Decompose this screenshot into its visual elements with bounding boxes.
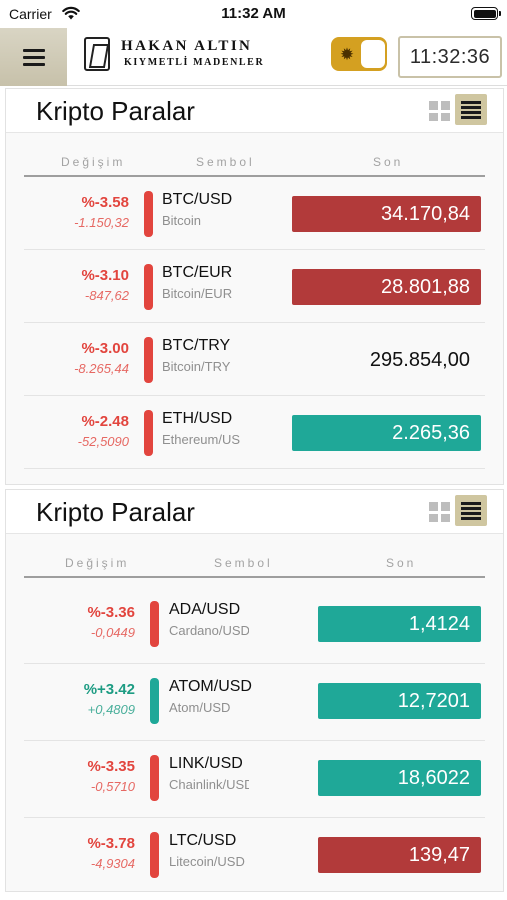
status-bar: Carrier 11:32 AM: [0, 0, 507, 28]
change-amount: -0,5710: [90, 779, 135, 794]
change-percent: %-3.10: [81, 267, 129, 284]
column-header-change: Değişim: [65, 556, 130, 570]
panel-title: Kripto Paralar: [36, 96, 195, 126]
list-view-icon[interactable]: [455, 94, 487, 125]
sun-icon: ✹: [339, 44, 355, 64]
direction-bar: [150, 678, 159, 724]
symbol-name: Bitcoin/TRY: [162, 359, 231, 374]
panel-body: Değişim Sembol Son %-3.58 -1.150,32 BTC/US…: [6, 133, 503, 484]
quote-row[interactable]: %-3.35 -0,5710 LINK/USD Chainlink/USD 18,602…: [24, 741, 485, 818]
brand-subtitle: KIYMETLİ MADENLER: [124, 57, 265, 68]
brand-name: HAKAN ALTIN: [121, 38, 253, 54]
last-price: 12,7201: [318, 683, 481, 719]
last-price: 139,47: [318, 837, 481, 873]
column-header-symbol: Sembol: [196, 155, 255, 169]
change-amount: -847,62: [84, 288, 129, 303]
battery-icon: [471, 7, 501, 20]
crypto-panel: Kripto Paralar Değişim Sembol Son %-3.36…: [5, 489, 504, 892]
direction-bar: [144, 410, 153, 456]
quote-row[interactable]: %-3.00 -8.265,44 BTC/TRY Bitcoin/TRY 295.854…: [24, 323, 485, 396]
change-percent: %-3.00: [81, 340, 129, 357]
column-header-symbol: Sembol: [214, 556, 273, 570]
symbol-name: Bitcoin: [162, 213, 202, 228]
column-header-last: Son: [373, 155, 404, 169]
direction-bar: [144, 337, 153, 383]
change-amount: +0,4809: [87, 702, 135, 717]
change-percent: %-3.36: [87, 604, 135, 621]
last-price: 1,4124: [318, 606, 481, 642]
last-price: 2.265,36: [292, 415, 481, 451]
direction-bar: [150, 755, 159, 801]
symbol-name: Atom/USD: [169, 700, 231, 715]
symbol-name: Litecoin/USD: [169, 854, 245, 869]
direction-bar: [144, 264, 153, 310]
theme-toggle[interactable]: ✹: [331, 37, 387, 71]
last-price: 295.854,00: [369, 348, 470, 371]
symbol-code: LTC/USD: [169, 832, 237, 849]
quote-row[interactable]: %+3.42 +0,4809 ATOM/USD Atom/USD 12,7201: [24, 664, 485, 741]
change-percent: %-3.78: [87, 835, 135, 852]
direction-bar: [150, 832, 159, 878]
change-percent: %-2.48: [81, 413, 129, 430]
change-percent: %-3.58: [81, 194, 129, 211]
change-amount: -8.265,44: [74, 361, 129, 376]
symbol-code: BTC/EUR: [162, 264, 233, 281]
quote-row[interactable]: %-2.48 -52,5090 ETH/USD Ethereum/USD 2.265,3…: [24, 396, 485, 469]
panel-header: Kripto Paralar: [6, 89, 503, 133]
panel-title: Kripto Paralar: [36, 497, 195, 527]
column-headers: Değişim Sembol Son: [24, 556, 485, 578]
brand-logo: HAKAN ALTIN KIYMETLİ MADENLER: [84, 37, 274, 77]
symbol-code: ADA/USD: [169, 601, 241, 618]
symbol-code: BTC/USD: [162, 191, 233, 208]
app-header: HAKAN ALTIN KIYMETLİ MADENLER ✹ 11:32:36: [0, 28, 507, 86]
brand-emblem-icon: [84, 37, 110, 71]
column-header-change: Değişim: [61, 155, 126, 169]
symbol-code: ATOM/USD: [169, 678, 252, 695]
change-amount: -52,5090: [77, 434, 129, 449]
symbol-name: Ethereum/USD: [162, 432, 240, 447]
menu-button[interactable]: [0, 28, 67, 86]
symbol-name: Bitcoin/EUR: [162, 286, 233, 301]
symbol-code: ETH/USD: [162, 410, 233, 427]
symbol-name: Chainlink/USD: [169, 777, 249, 792]
change-percent: %+3.42: [83, 681, 135, 698]
clock-display: 11:32:36: [398, 36, 502, 78]
symbol-name: Cardano/USD: [169, 623, 249, 638]
last-price: 34.170,84: [292, 196, 481, 232]
grid-view-icon[interactable]: [428, 100, 450, 122]
direction-bar: [150, 601, 159, 647]
panel-header: Kripto Paralar: [6, 490, 503, 534]
hamburger-icon: [22, 45, 45, 70]
column-headers: Değişim Sembol Son: [24, 155, 485, 177]
quote-row[interactable]: %-3.10 -847,62 BTC/EUR Bitcoin/EUR 28.801,88: [24, 250, 485, 323]
change-amount: -0,0449: [90, 625, 135, 640]
symbol-code: BTC/TRY: [162, 337, 231, 354]
quote-row[interactable]: %-3.36 -0,0449 ADA/USD Cardano/USD 1,4124: [24, 587, 485, 664]
last-price: 18,6022: [318, 760, 481, 796]
grid-view-icon[interactable]: [428, 501, 450, 523]
change-amount: -1.150,32: [74, 215, 129, 230]
list-view-icon[interactable]: [455, 495, 487, 526]
status-time: 11:32 AM: [221, 5, 286, 22]
change-amount: -4,9304: [90, 856, 135, 871]
quote-row[interactable]: %-3.78 -4,9304 LTC/USD Litecoin/USD 139,47: [24, 818, 485, 891]
quote-row[interactable]: %-3.58 -1.150,32 BTC/USD Bitcoin 34.170,84: [24, 177, 485, 250]
change-percent: %-3.35: [87, 758, 135, 775]
crypto-panel: Kripto Paralar Değişim Sembol Son %-3.58…: [5, 88, 504, 485]
direction-bar: [144, 191, 153, 237]
last-price: 28.801,88: [292, 269, 481, 305]
toggle-knob: [361, 40, 385, 68]
panel-body: Değişim Sembol Son %-3.36 -0,0449 ADA/USD C…: [6, 534, 503, 891]
symbol-code: LINK/USD: [169, 755, 243, 772]
column-header-last: Son: [386, 556, 417, 570]
